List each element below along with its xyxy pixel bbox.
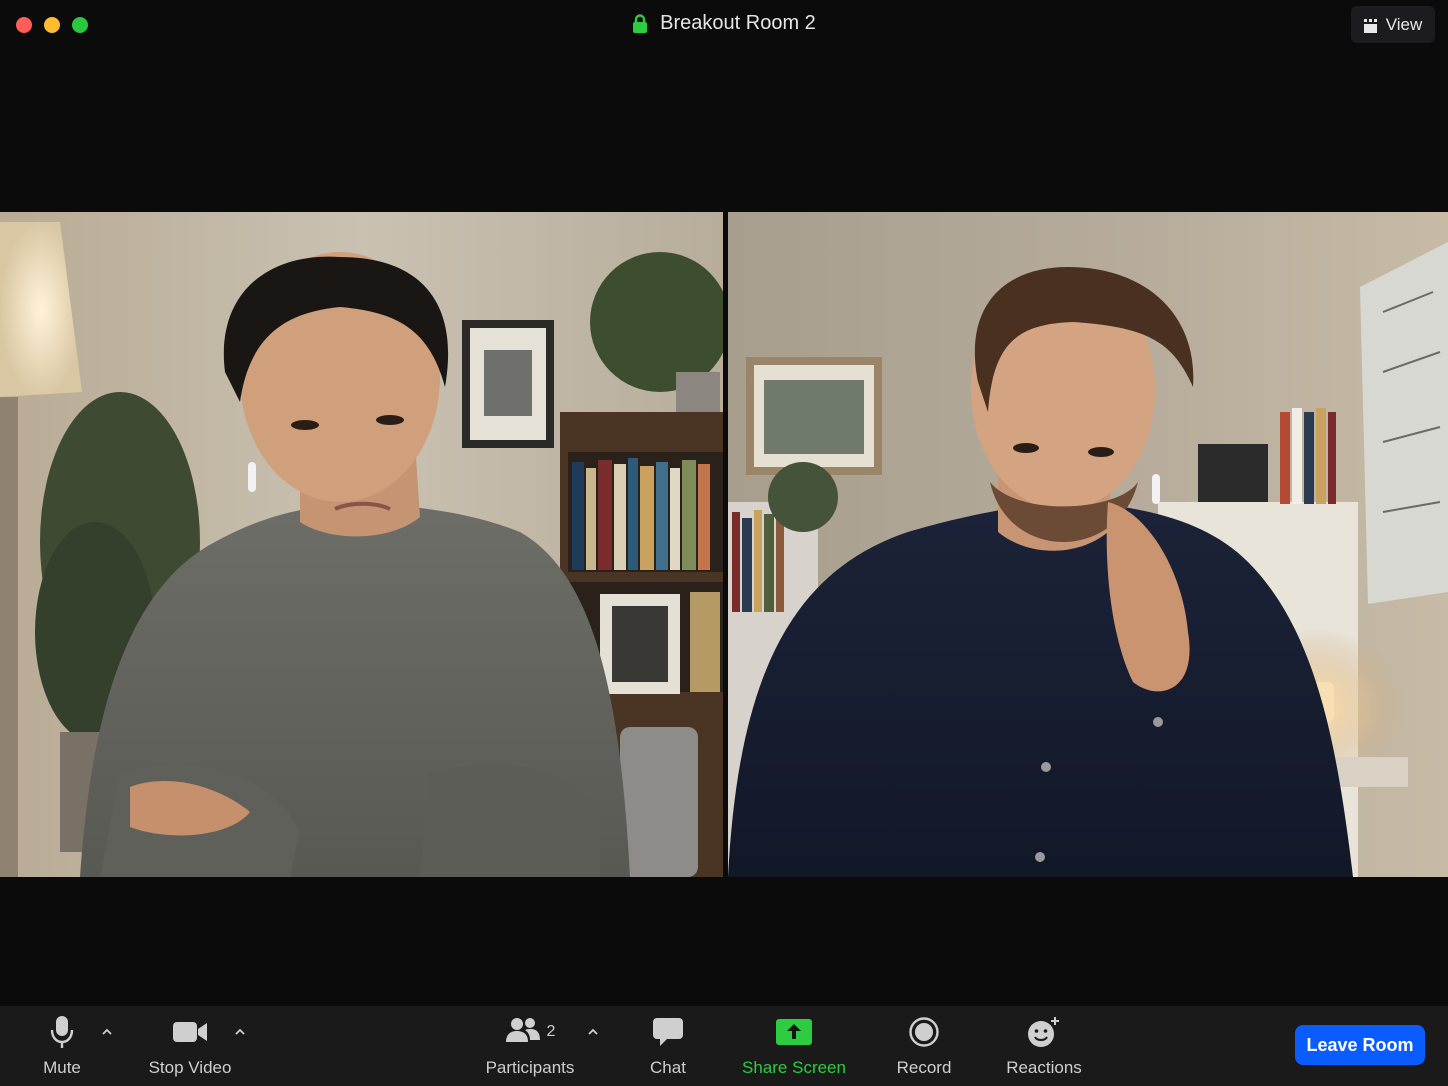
stop-video-label: Stop Video (148, 1058, 232, 1077)
participants-icon-group: 2 (505, 1014, 556, 1050)
participant-video-right[interactable] (728, 212, 1448, 877)
video-gallery (0, 212, 1448, 877)
grid-view-icon (1363, 18, 1378, 33)
meeting-title: Breakout Room 2 (0, 12, 1448, 35)
meeting-title-text: Breakout Room 2 (660, 12, 816, 34)
meeting-window: Breakout Room 2 View Mute Stop Video 2 P… (0, 0, 1448, 1086)
participants-options-chevron-up-icon[interactable] (587, 1026, 599, 1038)
mute-button[interactable]: Mute (32, 1014, 92, 1080)
view-button[interactable]: View (1351, 6, 1435, 43)
participant-video-left[interactable] (0, 212, 723, 877)
leave-room-button[interactable]: Leave Room (1295, 1025, 1425, 1065)
video-camera-icon (172, 1014, 208, 1050)
reactions-label: Reactions (1006, 1058, 1082, 1077)
chat-bubble-icon (652, 1014, 684, 1050)
share-screen-arrow-up-icon (776, 1014, 812, 1050)
record-icon (909, 1014, 939, 1050)
meeting-toolbar: Mute Stop Video 2 Participants Chat Shar… (0, 1006, 1448, 1086)
view-label: View (1385, 14, 1423, 34)
participants-button[interactable]: 2 Participants (478, 1014, 582, 1080)
participants-icon (505, 1016, 541, 1049)
record-label: Record (896, 1058, 952, 1077)
chat-button[interactable]: Chat (638, 1014, 698, 1080)
video-options-chevron-up-icon[interactable] (234, 1026, 246, 1038)
mute-label: Mute (43, 1058, 81, 1077)
audio-options-chevron-up-icon[interactable] (101, 1026, 113, 1038)
participants-label: Participants (485, 1058, 575, 1077)
smiley-plus-icon (1027, 1014, 1061, 1050)
stop-video-button[interactable]: Stop Video (140, 1014, 240, 1080)
microphone-icon (50, 1014, 74, 1050)
record-button[interactable]: Record (889, 1014, 959, 1080)
reactions-button[interactable]: Reactions (1000, 1014, 1088, 1080)
lock-icon (632, 13, 648, 34)
chat-label: Chat (650, 1058, 686, 1077)
share-screen-button[interactable]: Share Screen (738, 1014, 850, 1080)
share-screen-label: Share Screen (742, 1058, 846, 1077)
participants-count: 2 (546, 1023, 556, 1040)
title-bar: Breakout Room 2 View (0, 0, 1448, 52)
